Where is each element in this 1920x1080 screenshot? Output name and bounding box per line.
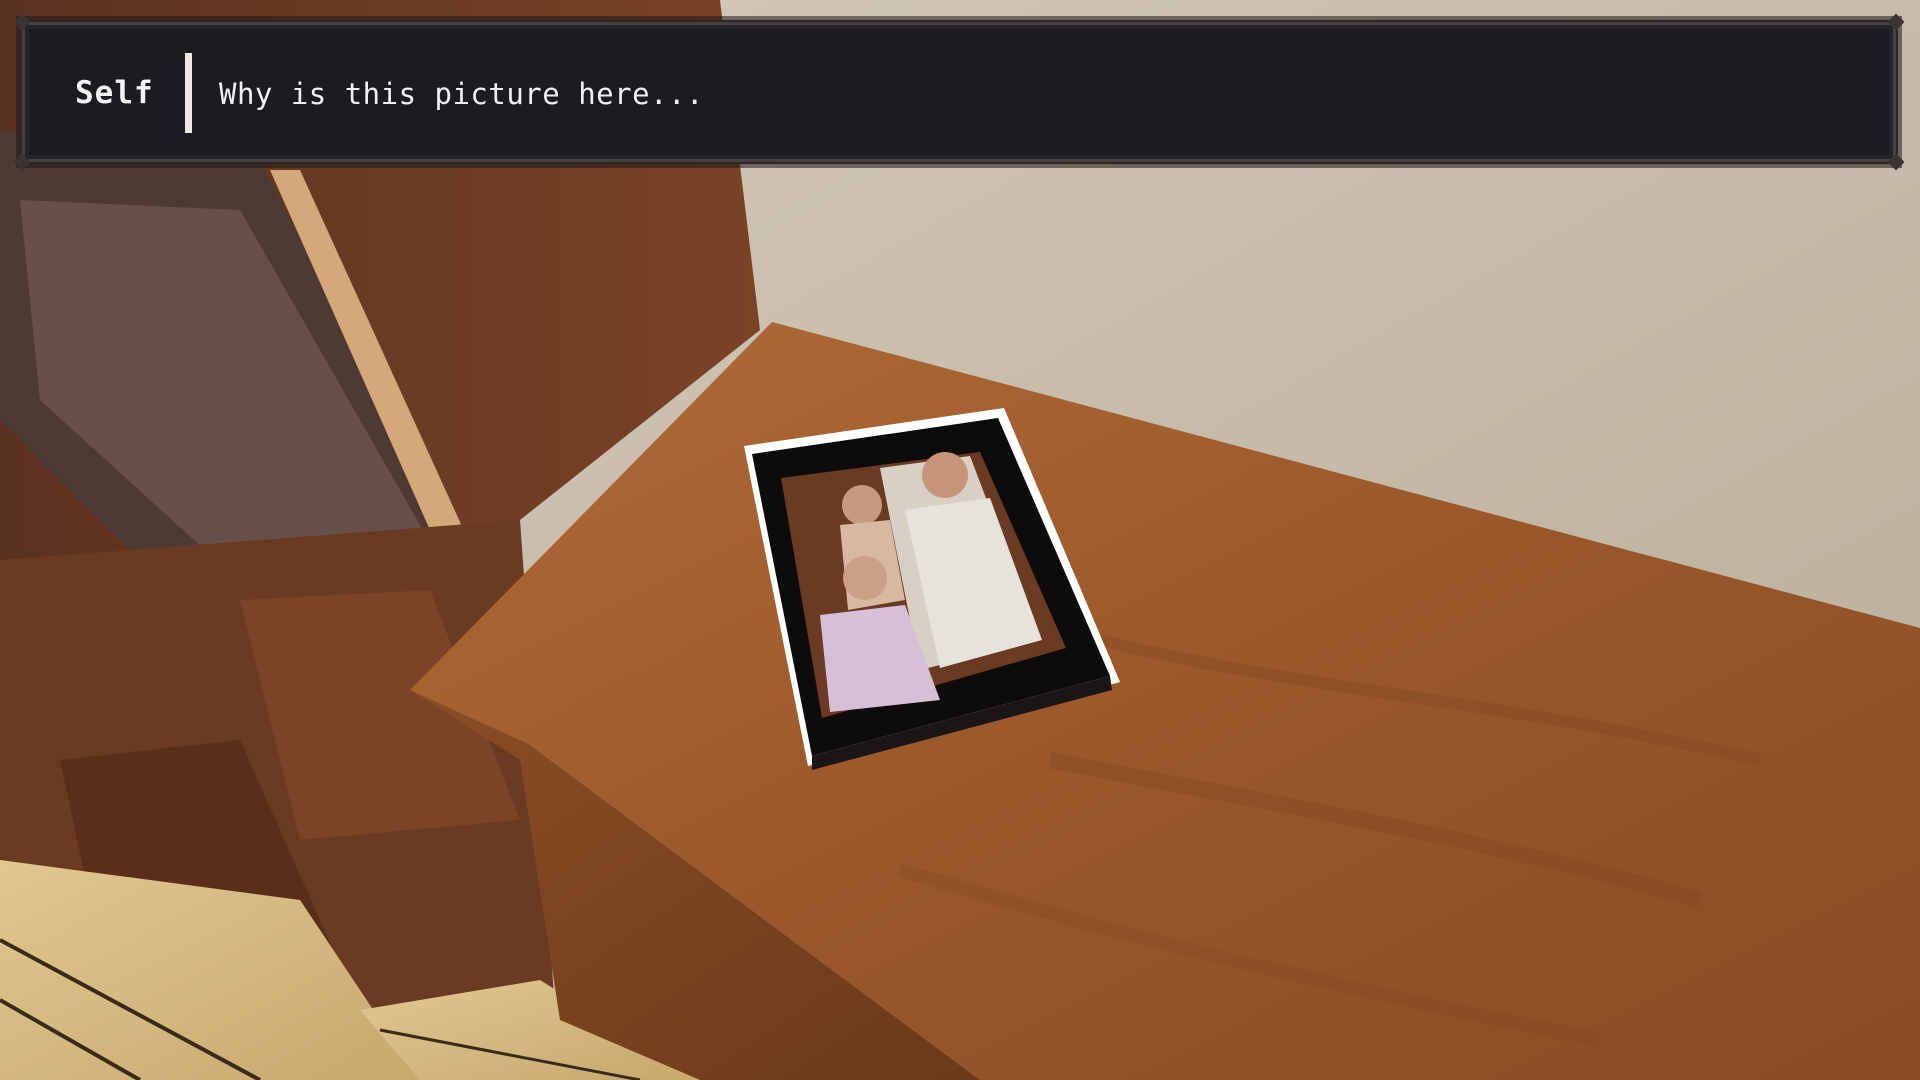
dialogue-text: Why is this picture here... [219, 77, 704, 111]
dialogue-divider [185, 53, 192, 133]
dialogue-box[interactable]: Self Why is this picture here... [13, 13, 1905, 171]
game-scene [0, 0, 1920, 1080]
speaker-name: Self [75, 75, 154, 111]
